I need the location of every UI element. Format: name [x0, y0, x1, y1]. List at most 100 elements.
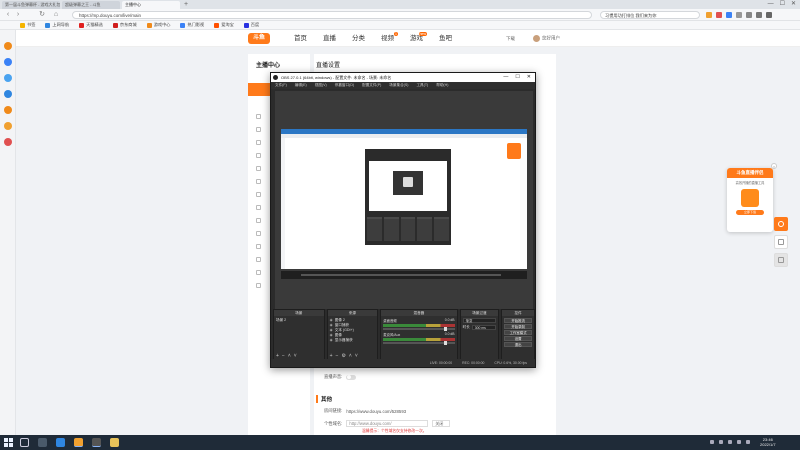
settings-button[interactable]: 设置	[504, 336, 532, 341]
ie-icon[interactable]	[56, 438, 65, 447]
bookmark-item[interactable]: 游戏中心	[146, 22, 170, 28]
extension-icon[interactable]	[716, 12, 722, 18]
close-icon[interactable]: ✕	[791, 0, 796, 9]
tray-icon[interactable]	[719, 440, 723, 444]
menu-edit[interactable]: 编辑(E)	[295, 82, 307, 89]
bookmark-item[interactable]: 上网导航	[45, 22, 69, 28]
menu-tools[interactable]: 工具(T)	[416, 82, 428, 89]
scene-item[interactable]: 场景 2	[276, 318, 322, 323]
mixer-dock: 混音器 桌面音频 0.0 dB 麦克风/Aux 0.0 dB	[380, 309, 458, 361]
back-icon[interactable]: ‹	[4, 11, 12, 19]
maximize-icon[interactable]: ☐	[515, 73, 519, 82]
start-streaming-button[interactable]: 开始推流	[504, 318, 532, 323]
close-icon[interactable]: ×	[771, 163, 777, 169]
live-sound-toggle[interactable]	[346, 374, 357, 380]
download-link[interactable]: 下载	[506, 36, 515, 42]
reload-icon[interactable]: ↻	[38, 11, 46, 19]
source-item[interactable]: ◉ 显示器捕获	[330, 338, 376, 343]
home-icon[interactable]: ⌂	[52, 11, 60, 19]
float-home-button[interactable]	[774, 235, 788, 249]
duration-input[interactable]: 300 ms	[471, 325, 497, 330]
sidebar-icon[interactable]	[4, 106, 12, 114]
bookmark-item[interactable]: 京东商城	[112, 22, 137, 28]
promo-download-button[interactable]: 立即下载	[736, 210, 764, 215]
volume-icon[interactable]	[737, 440, 741, 444]
menu-scene-collection[interactable]: 场景集合(S)	[389, 82, 408, 89]
user-menu[interactable]: 您好用户	[533, 35, 560, 42]
visibility-icon[interactable]: ◉	[330, 338, 333, 343]
menu-docks[interactable]: 停靠窗口(D)	[335, 82, 354, 89]
captured-dock	[383, 217, 399, 241]
folder-icon[interactable]	[110, 438, 119, 447]
nav-live[interactable]: 直播	[323, 30, 336, 47]
nav-category[interactable]: 分类	[352, 30, 365, 47]
sidebar-icon[interactable]	[4, 42, 12, 50]
browser-tab[interactable]: 第一届斗鱼弹幕杯 - 游戏大礼包	[2, 1, 60, 9]
extension-icon[interactable]	[706, 12, 712, 18]
start-recording-button[interactable]: 开始录制	[504, 324, 532, 329]
task-view-icon[interactable]	[38, 438, 47, 447]
captured-taskbar	[281, 271, 527, 279]
float-share-button[interactable]	[774, 253, 788, 267]
new-tab-button[interactable]: +	[182, 1, 190, 9]
windows-start-icon[interactable]	[4, 438, 13, 447]
menu-help[interactable]: 帮助(H)	[436, 82, 448, 89]
promo-card[interactable]: 斗鱼直播伴侣 高效开播的直播工具 立即下载	[727, 168, 773, 232]
volume-slider[interactable]	[383, 341, 455, 345]
nav-yuba[interactable]: 鱼吧	[439, 30, 452, 47]
sidebar-icon[interactable]	[4, 74, 12, 82]
minimize-icon[interactable]: —	[503, 73, 508, 82]
sidebar-icon[interactable]	[4, 58, 12, 66]
bookmark-item[interactable]: 天猫精选	[79, 22, 103, 28]
obs-preview[interactable]	[275, 91, 533, 309]
extension-icon[interactable]	[726, 12, 732, 18]
studio-mode-button[interactable]: 工作室模式	[504, 330, 532, 335]
transition-select[interactable]: 渐变	[462, 318, 497, 323]
maximize-icon[interactable]: ☐	[780, 0, 785, 9]
sidebar-icon[interactable]	[4, 122, 12, 130]
bookmarks-bar: 书签 上网导航 天猫精选 京东商城 游戏中心 热门影视 爱淘宝 百度	[0, 21, 800, 30]
site-icon	[45, 22, 51, 28]
close-icon[interactable]: ✕	[527, 73, 531, 82]
extension-icon[interactable]	[736, 12, 742, 18]
room-link-value[interactable]: https://www.douyu.com/528593	[346, 409, 406, 414]
menu-icon[interactable]	[766, 12, 772, 18]
search-input[interactable]: 习惯用功打排位 我们来为你	[600, 11, 700, 19]
nav-games[interactable]: 游戏 new	[410, 30, 427, 47]
sidebar-icon[interactable]	[4, 90, 12, 98]
nav-home[interactable]: 首页	[294, 30, 307, 47]
network-icon[interactable]	[728, 440, 732, 444]
bookmark-item[interactable]: 百度	[243, 22, 259, 28]
menu-view[interactable]: 视图(V)	[315, 82, 327, 89]
volume-slider[interactable]	[383, 327, 455, 331]
extension-icon[interactable]	[746, 12, 752, 18]
exit-button[interactable]: 退出	[504, 342, 532, 347]
minimize-icon[interactable]: —	[768, 0, 774, 9]
menu-item-icon	[256, 218, 261, 223]
obs-taskbar-icon[interactable]	[92, 438, 101, 447]
ime-icon[interactable]	[746, 440, 750, 444]
address-bar[interactable]: https://mp.douyu.com/live/main	[72, 11, 592, 19]
promo-subtitle: 高效开播的直播工具	[735, 181, 765, 185]
custom-domain-select[interactable]: 关闭	[432, 420, 451, 427]
taskbar-clock[interactable]: 23:46 2022/1/7	[760, 437, 776, 447]
bookmark-item[interactable]: 书签	[20, 22, 35, 28]
browser-icon[interactable]	[74, 438, 83, 447]
custom-domain-input[interactable]: http://www.douyu.com/	[346, 420, 429, 427]
nav-video[interactable]: 视频 1	[381, 30, 398, 47]
menu-profile[interactable]: 配置文件(P)	[362, 82, 381, 89]
sidebar-icon[interactable]	[4, 138, 12, 146]
extension-icon[interactable]	[756, 12, 762, 18]
site-logo[interactable]: 斗鱼	[248, 33, 270, 44]
field-label: 房间链接:	[324, 408, 343, 413]
float-live-button[interactable]	[774, 217, 788, 231]
tray-icon[interactable]	[710, 440, 714, 444]
bookmark-item[interactable]: 热门影视	[180, 22, 204, 28]
bookmark-item[interactable]: 爱淘宝	[214, 22, 234, 28]
browser-tab[interactable]: 超级弹幕之王 - 斗鱼	[62, 1, 120, 9]
browser-tab-active[interactable]: 主播中心	[122, 1, 180, 9]
menu-file[interactable]: 文件(F)	[275, 82, 287, 89]
menu-item-icon	[256, 153, 261, 158]
search-icon[interactable]	[20, 438, 29, 447]
forward-icon[interactable]: ›	[14, 11, 22, 19]
